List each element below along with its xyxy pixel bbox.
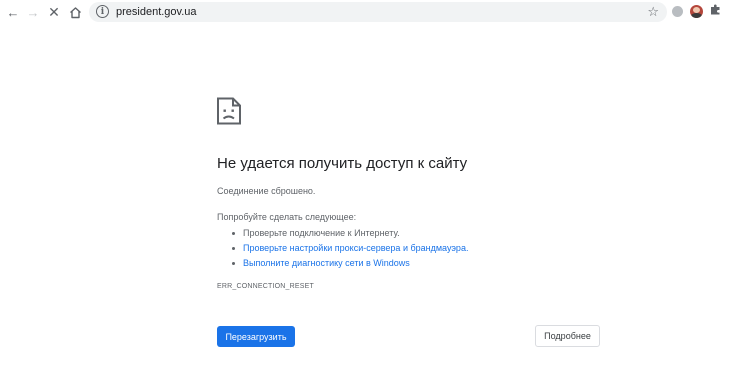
close-icon[interactable]: ✕ bbox=[45, 3, 63, 21]
suggestion-check-proxy-link[interactable]: Проверьте настройки прокси-сервера и бра… bbox=[230, 241, 468, 256]
avatar[interactable] bbox=[690, 5, 703, 18]
sad-page-icon bbox=[217, 97, 241, 125]
extension-icon[interactable] bbox=[672, 6, 683, 17]
error-code: ERR_CONNECTION_RESET bbox=[217, 283, 314, 290]
star-icon[interactable]: ☆ bbox=[647, 4, 659, 20]
forward-arrow-icon[interactable]: → bbox=[24, 3, 42, 21]
back-arrow-icon[interactable]: ← bbox=[4, 3, 22, 21]
home-icon[interactable] bbox=[66, 3, 84, 21]
address-bar[interactable]: i president.gov.ua ☆ bbox=[89, 2, 667, 22]
details-button[interactable]: Подробнее bbox=[535, 325, 600, 347]
suggestion-run-diagnostics-link[interactable]: Выполните диагностику сети в Windows bbox=[230, 256, 468, 271]
error-title: Не удается получить доступ к сайту bbox=[217, 155, 468, 172]
error-subtitle: Соединение сброшено. bbox=[217, 186, 316, 196]
puzzle-icon[interactable] bbox=[709, 3, 722, 20]
suggestions-list: Проверьте подключение к Интернету. Прове… bbox=[230, 226, 468, 271]
reload-button[interactable]: Перезагрузить bbox=[217, 326, 295, 347]
suggestion-check-internet: Проверьте подключение к Интернету. bbox=[230, 226, 468, 241]
url-text[interactable]: president.gov.ua bbox=[116, 5, 197, 19]
info-icon[interactable]: i bbox=[96, 5, 109, 18]
browser-toolbar: ← → ✕ i president.gov.ua ☆ bbox=[0, 0, 729, 25]
suggestions-heading: Попробуйте сделать следующее: bbox=[217, 212, 357, 222]
